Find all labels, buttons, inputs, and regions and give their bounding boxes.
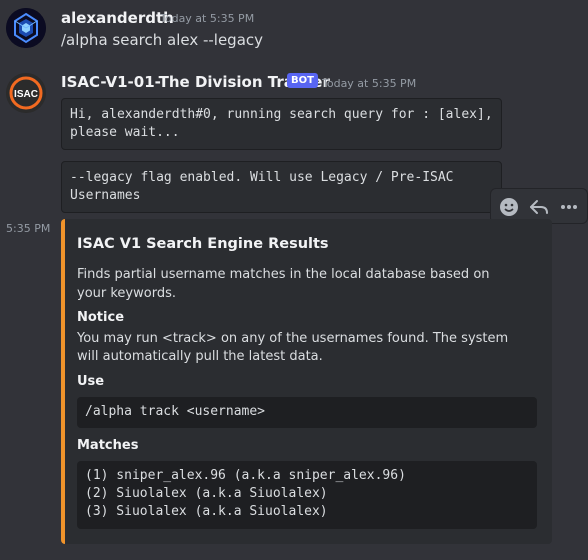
reply-icon[interactable]: [527, 195, 551, 219]
use-field-name: Use: [77, 374, 105, 389]
notice-field-name: Notice: [77, 310, 125, 325]
matches-code-block: (1) sniper_alex.96 (a.k.a sniper_alex.96…: [77, 461, 537, 529]
matches-field-name: Matches: [77, 438, 139, 453]
bot-avatar[interactable]: ISAC: [6, 73, 46, 113]
embed-title: ISAC V1 Search Engine Results: [77, 236, 329, 252]
bot-message-timestamp: Today at 5:35 PM: [322, 77, 417, 90]
more-options-icon[interactable]: [557, 195, 581, 219]
bot-badge: BOT: [287, 73, 318, 88]
user-message-content: /alpha search alex --legacy: [61, 31, 264, 49]
user-username[interactable]: alexanderdth: [61, 9, 174, 27]
notice-field-value: You may run <track> on any of the userna…: [77, 331, 509, 364]
legacy-flag-code-block: --legacy flag enabled. Will use Legacy /…: [61, 161, 502, 213]
embed-description: Finds partial username matches in the lo…: [77, 267, 490, 301]
user-message-timestamp: Today at 5:35 PM: [160, 12, 255, 25]
use-code-block: /alpha track <username>: [77, 397, 537, 428]
hover-timestamp: 5:35 PM: [6, 222, 51, 235]
user-avatar[interactable]: [6, 8, 46, 48]
search-results-embed: ISAC V1 Search Engine Results Finds part…: [61, 219, 552, 544]
bot-avatar-text: ISAC: [14, 89, 38, 100]
search-status-code-block: Hi, alexanderdth#0, running search query…: [61, 98, 502, 150]
add-reaction-icon[interactable]: [497, 195, 521, 219]
